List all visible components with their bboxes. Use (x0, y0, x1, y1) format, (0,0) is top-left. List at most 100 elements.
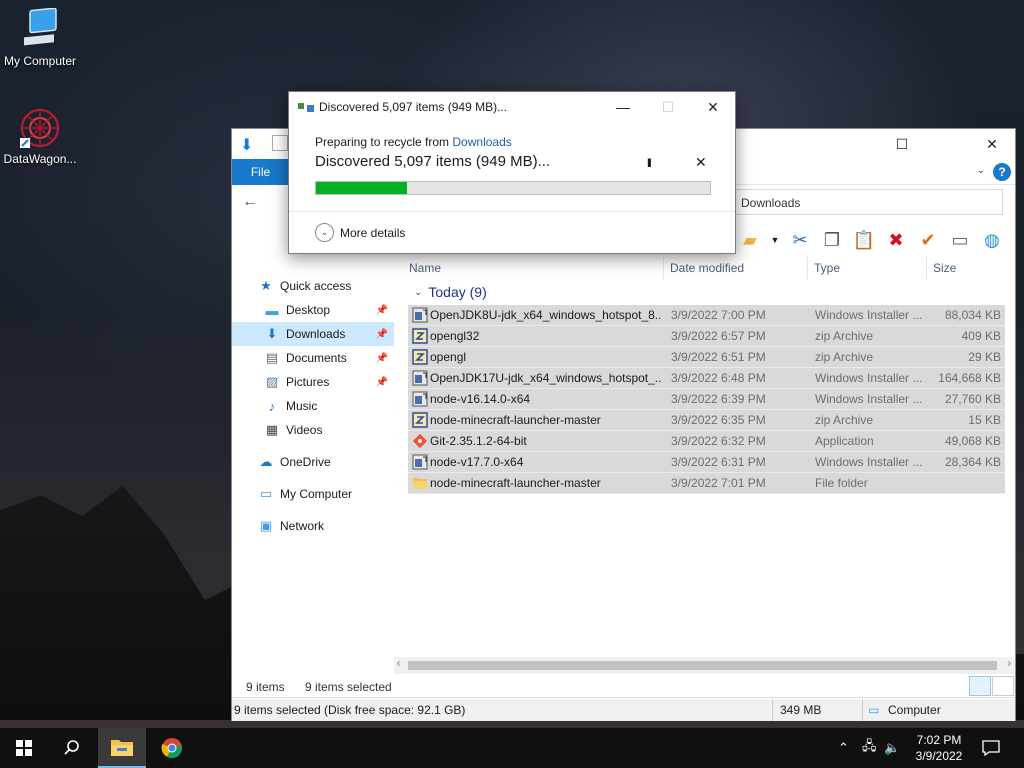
delete-icon[interactable]: ✖ (883, 227, 909, 253)
table-row[interactable]: node-v17.7.0-x64 3/9/2022 6:31 PM Windows … (408, 452, 1005, 473)
table-row[interactable]: Git-2.35.1.2-64-bit 3/9/2022 6:32 PM Appli… (408, 431, 1005, 452)
file-rows: OpenJDK8U-jdk_x64_windows_hotspot_8... 3/… (404, 305, 1015, 494)
scroll-right-icon[interactable]: › (1008, 658, 1011, 669)
pin-icon[interactable]: 📌 (376, 377, 388, 388)
discovered-status: Discovered 5,097 items (949 MB)... (315, 153, 551, 170)
file-date: 3/9/2022 6:31 PM (671, 455, 766, 469)
shell-icon[interactable]: ◍ (979, 227, 1005, 253)
desktop-icon-datawagon[interactable]: DataWagon... (0, 106, 80, 166)
large-icons-view-icon[interactable] (992, 676, 1014, 696)
cut-icon[interactable]: ✂ (787, 227, 813, 253)
help-icon[interactable]: ? (993, 163, 1011, 181)
column-header-size[interactable]: Size (933, 261, 956, 275)
start-button[interactable] (0, 728, 48, 768)
file-size: 15 KB (968, 413, 1001, 427)
column-header-date[interactable]: Date modified (670, 261, 744, 275)
table-row[interactable]: OpenJDK8U-jdk_x64_windows_hotspot_8... 3/… (408, 305, 1005, 326)
chevron-down-icon[interactable]: ⌄ (977, 165, 985, 176)
table-row[interactable]: OpenJDK17U-jdk_x64_windows_hotspot_... 3/… (408, 368, 1005, 389)
file-size: 164,668 KB (938, 371, 1001, 385)
scrollbar-thumb[interactable] (408, 661, 997, 670)
copy-icon[interactable]: ❐ (819, 227, 845, 253)
horizontal-scrollbar[interactable]: ‹ › (394, 657, 1015, 674)
downloads-link[interactable]: Downloads (452, 135, 511, 149)
table-row[interactable]: opengl 3/9/2022 6:51 PM zip Archive 29 KB (408, 347, 1005, 368)
file-date: 3/9/2022 6:35 PM (671, 413, 766, 427)
cancel-button[interactable]: ✕ (695, 154, 707, 171)
pin-icon[interactable]: 📌 (376, 329, 388, 340)
desktop-icon-my-computer[interactable]: My Computer (0, 7, 80, 68)
back-arrow-icon[interactable]: ← (242, 193, 258, 211)
column-header-name[interactable]: Name (409, 261, 441, 275)
file-size: 29 KB (968, 350, 1001, 364)
properties-icon[interactable] (272, 135, 288, 151)
table-row[interactable]: node-v16.14.0-x64 3/9/2022 6:39 PM Windows… (408, 389, 1005, 410)
item-count: 9 items (246, 680, 285, 694)
table-row[interactable]: node-minecraft-launcher-master 3/9/2022 7… (408, 473, 1005, 494)
zip-icon (412, 349, 428, 365)
details-view-icon[interactable] (969, 676, 991, 696)
table-row[interactable]: node-minecraft-launcher-master 3/9/2022 6… (408, 410, 1005, 431)
file-tab[interactable]: File (232, 159, 289, 185)
maximize-button: ☐ (645, 92, 691, 122)
nav-quick-access[interactable]: ★ Quick access (232, 274, 394, 298)
file-type: Windows Installer ... (815, 455, 923, 469)
network-status[interactable]: 🖧 (862, 728, 877, 768)
pin-icon[interactable]: 📌 (376, 305, 388, 316)
nav-pictures[interactable]: ▨ Pictures 📌 (232, 370, 394, 394)
check-icon[interactable]: ✔ (915, 227, 941, 253)
close-button[interactable]: ✕ (690, 92, 736, 122)
nav-downloads[interactable]: ⬇ Downloads 📌 (232, 322, 394, 346)
recycle-progress-dialog: Discovered 5,097 items (949 MB)... — ☐ ✕… (288, 91, 736, 254)
volume[interactable]: 🔈 (884, 728, 900, 768)
close-button[interactable]: ✕ (969, 129, 1015, 159)
nav-onedrive[interactable]: ☁ OneDrive (232, 450, 394, 474)
nav-music[interactable]: ♪ Music (232, 394, 394, 418)
dropdown-arrow-icon[interactable]: ▼ (769, 227, 781, 253)
nav-network[interactable]: ▣ Network (232, 514, 394, 538)
minimize-button[interactable]: — (600, 92, 646, 122)
rename-icon[interactable]: ▭ (947, 227, 973, 253)
desktop-folder-icon: ▬ (265, 302, 279, 318)
file-name: node-v16.14.0-x64 (430, 392, 531, 406)
navigation-pane: ★ Quick access ▬ Desktop 📌 ⬇ Downloads 📌… (232, 274, 394, 538)
column-header-type[interactable]: Type (814, 261, 840, 275)
nav-desktop[interactable]: ▬ Desktop 📌 (232, 298, 394, 322)
maximize-button[interactable]: ☐ (879, 129, 925, 159)
chevron-down-icon: ⌄ (414, 286, 423, 298)
selected-count: 9 items selected (305, 680, 392, 694)
file-date: 3/9/2022 6:48 PM (671, 371, 766, 385)
pin-icon[interactable]: 📌 (376, 353, 388, 364)
address-bar[interactable]: Downloads (732, 189, 1003, 215)
file-name: opengl32 (430, 329, 480, 343)
datawagon-icon (18, 106, 62, 150)
table-row[interactable]: opengl32 3/9/2022 6:57 PM zip Archive 409 K… (408, 326, 1005, 347)
clock-date: 3/9/2022 (915, 749, 963, 763)
file-size: 27,760 KB (944, 392, 1001, 406)
group-header-today[interactable]: ⌄ Today (9) (404, 279, 1015, 305)
action-center[interactable] (982, 728, 1000, 768)
progress-fill (316, 182, 407, 194)
search-button[interactable] (48, 728, 96, 768)
windows-logo-icon (16, 740, 32, 756)
file-operation-icon (298, 103, 314, 112)
nav-my-computer[interactable]: ▭ My Computer (232, 482, 394, 506)
file-size: 88,034 KB (944, 308, 1001, 322)
nav-documents[interactable]: ▤ Documents 📌 (232, 346, 394, 370)
taskbar-file-explorer[interactable] (98, 728, 146, 768)
more-details-button[interactable]: ⌄ More details (315, 223, 405, 242)
scroll-left-icon[interactable]: ‹ (397, 658, 400, 669)
installer-icon (412, 370, 428, 386)
pause-button[interactable]: II (647, 156, 651, 170)
paste-icon[interactable]: 📋 (851, 227, 877, 253)
cloud-icon: ☁ (259, 454, 273, 469)
nav-videos[interactable]: ▦ Videos (232, 418, 394, 442)
desktop-icon-label: DataWagon... (3, 152, 77, 166)
chevron-down-icon: ⌄ (315, 223, 334, 242)
file-type: Windows Installer ... (815, 371, 923, 385)
show-hidden-icons[interactable]: ⌃ (838, 728, 849, 768)
clock[interactable]: 7:02 PM 3/9/2022 (904, 732, 974, 764)
taskbar-chrome[interactable] (148, 728, 196, 768)
file-date: 3/9/2022 7:00 PM (671, 308, 766, 322)
new-folder-icon[interactable]: ▰ (737, 227, 763, 253)
